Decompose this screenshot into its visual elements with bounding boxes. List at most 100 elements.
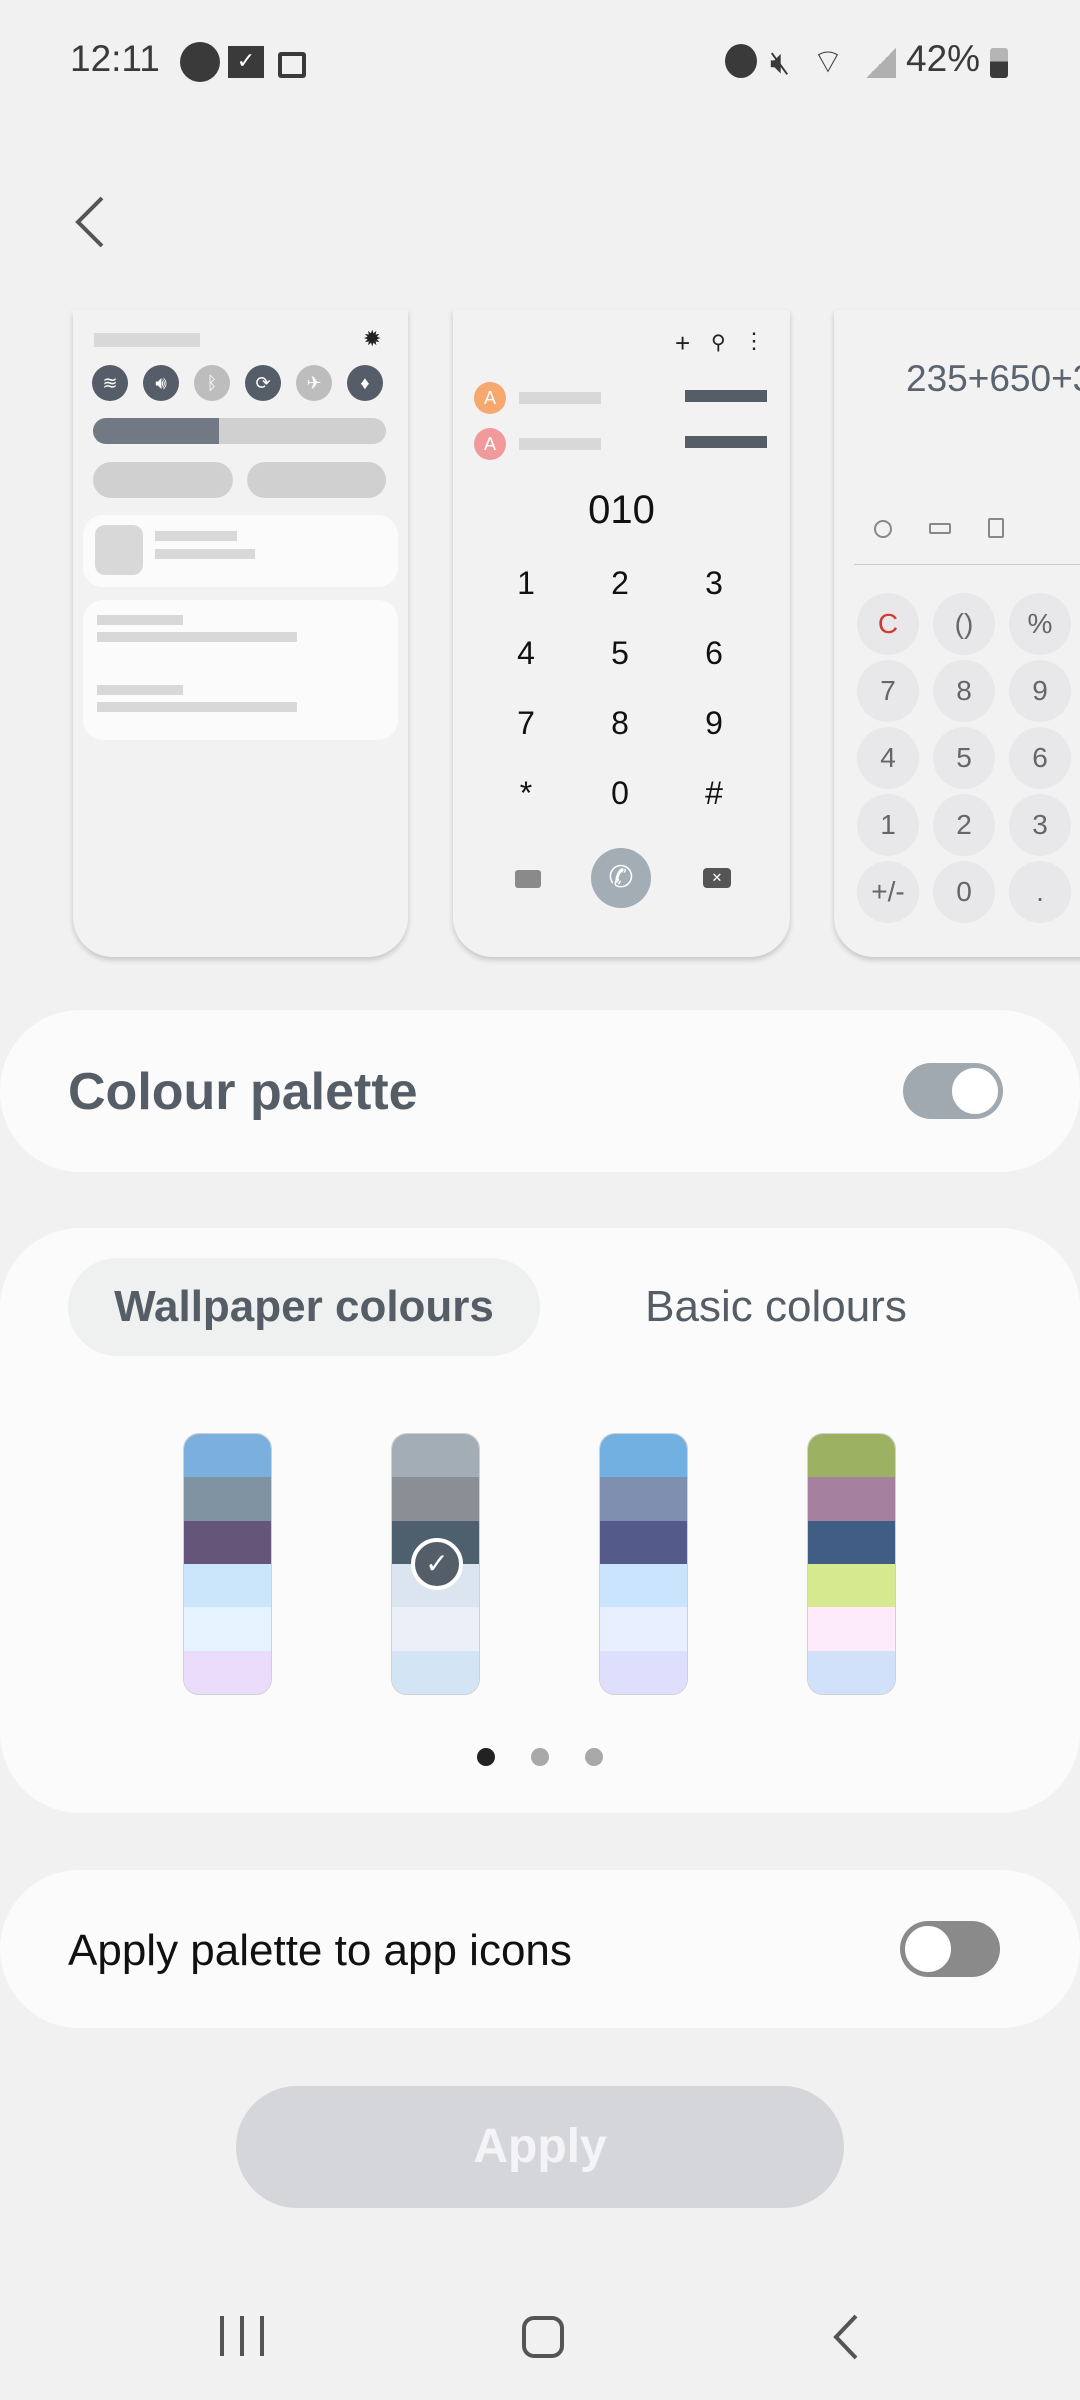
- back-button[interactable]: [64, 190, 124, 254]
- home-button[interactable]: [522, 2316, 564, 2358]
- swatch-band: [808, 1563, 895, 1608]
- chevron-left-icon: [75, 196, 104, 248]
- calc-key: 8: [933, 660, 995, 722]
- page-dot-3[interactable]: [585, 1748, 603, 1766]
- swatch-band: [808, 1477, 895, 1521]
- dial-key: 7: [517, 705, 535, 741]
- history-icon: [874, 520, 892, 538]
- dial-key: 3: [705, 565, 723, 601]
- palette-swatch-4[interactable]: [807, 1433, 896, 1695]
- calc-key: 4: [857, 727, 919, 789]
- swatch-band: [600, 1563, 687, 1608]
- quick-panel-preview: ✹ ≋ 🔊︎ ᛒ ⟳ ✈ ♦: [73, 310, 408, 957]
- search-icon: ⚲: [711, 332, 726, 354]
- swatch-band: [392, 1477, 479, 1521]
- swatch-band: [392, 1650, 479, 1694]
- ruler-icon: [929, 523, 951, 534]
- contact-avatar: A: [474, 382, 506, 414]
- page-dot-2[interactable]: [531, 1748, 549, 1766]
- swatch-band: [184, 1607, 271, 1651]
- dial-key: #: [705, 775, 723, 811]
- calc-key: 6: [1009, 727, 1071, 789]
- colour-palette-toggle[interactable]: [903, 1063, 1003, 1119]
- calc-key: (): [933, 593, 995, 655]
- apply-palette-icons-label: Apply palette to app icons: [68, 1926, 572, 1975]
- media-card: [83, 515, 398, 587]
- calc-key: 3: [1009, 794, 1071, 856]
- apply-palette-icons-row[interactable]: Apply palette to app icons: [0, 1870, 1080, 2028]
- calc-expression: 235+650+3: [906, 358, 1080, 399]
- calc-key: .: [1009, 861, 1071, 923]
- calculator-preview: 235+650+3 C()% 7 8 9 4 5 6 1 2 3 +/- 0.: [834, 310, 1080, 957]
- gear-icon: ✹: [363, 326, 382, 351]
- email-icon: ✓: [228, 46, 264, 78]
- swatch-band: [392, 1607, 479, 1651]
- dial-key: 6: [705, 635, 723, 671]
- dial-key: 8: [611, 705, 629, 741]
- swatch-band: [184, 1563, 271, 1608]
- dialer-preview: + ⚲ ⋮ A A 010 1 2 3 4 5 6 7 8 9 * 0 # ✆ ✕: [453, 310, 790, 957]
- swatch-band: [392, 1434, 479, 1478]
- battery-level: 42%: [906, 38, 981, 79]
- calc-key: C: [857, 593, 919, 655]
- contact-avatar: A: [474, 428, 506, 460]
- bluetooth-icon: ᛒ: [194, 365, 230, 401]
- palette-swatch-1[interactable]: [183, 1433, 272, 1695]
- dial-key: 0: [611, 775, 629, 811]
- palette-chooser: Wallpaper colours Basic colours: [0, 1228, 1080, 1813]
- palette-swatch-3[interactable]: [599, 1433, 688, 1695]
- plus-icon: +: [675, 328, 691, 358]
- swatch-band: [808, 1650, 895, 1694]
- calc-key: %: [1009, 593, 1071, 655]
- call-button: ✆: [591, 848, 651, 908]
- wifi-icon: ⌔: [812, 43, 844, 81]
- swatch-band: [808, 1520, 895, 1564]
- sound-icon: 🔊︎: [143, 365, 179, 401]
- alarm-icon: [725, 44, 757, 78]
- video-call-icon: [515, 870, 541, 888]
- swatch-band: [600, 1607, 687, 1651]
- signal-icon: [866, 48, 896, 78]
- check-icon: ✓: [411, 1538, 463, 1590]
- tab-basic-colours[interactable]: Basic colours: [560, 1258, 992, 1356]
- flashlight-icon: ♦: [347, 365, 383, 401]
- recents-button[interactable]: [220, 2316, 264, 2356]
- scientific-icon: [988, 518, 1004, 538]
- calc-key: 5: [933, 727, 995, 789]
- dial-key: 9: [705, 705, 723, 741]
- calc-key: 0: [933, 861, 995, 923]
- dial-key: 2: [611, 565, 629, 601]
- calc-key: 1: [857, 794, 919, 856]
- calc-key: 2: [933, 794, 995, 856]
- dial-key: 5: [611, 635, 629, 671]
- apply-button[interactable]: Apply: [236, 2086, 844, 2208]
- notification-card: [83, 600, 398, 740]
- swatch-band: [808, 1434, 895, 1478]
- swatch-band: [184, 1434, 271, 1478]
- calc-key: 7: [857, 660, 919, 722]
- palette-swatch-2[interactable]: ✓: [391, 1433, 480, 1695]
- battery-icon: [990, 48, 1008, 78]
- colour-palette-label: Colour palette: [68, 1063, 418, 1121]
- more-icon: ⋮: [743, 328, 765, 353]
- flashlight-icon: [180, 42, 220, 82]
- lock-icon: [278, 52, 306, 78]
- dial-key: 4: [517, 635, 535, 671]
- swatch-band: [184, 1477, 271, 1521]
- backspace-icon: ✕: [703, 868, 731, 888]
- apply-palette-icons-toggle[interactable]: [900, 1921, 1000, 1977]
- colour-palette-row[interactable]: Colour palette: [0, 1010, 1080, 1172]
- swatch-band: [184, 1520, 271, 1564]
- brightness-bar: [93, 418, 386, 444]
- page-dot-1[interactable]: [477, 1748, 495, 1766]
- mute-icon: 🔇︎: [770, 44, 791, 80]
- swatch-band: [600, 1477, 687, 1521]
- nav-back-button[interactable]: [830, 2312, 860, 2367]
- swatch-band: [184, 1650, 271, 1694]
- swatch-band: [600, 1520, 687, 1564]
- calc-key: 9: [1009, 660, 1071, 722]
- swatch-band: [808, 1607, 895, 1651]
- dial-key: *: [519, 775, 533, 811]
- tab-wallpaper-colours[interactable]: Wallpaper colours: [68, 1258, 540, 1356]
- auto-rotate-icon: ⟳: [245, 365, 281, 401]
